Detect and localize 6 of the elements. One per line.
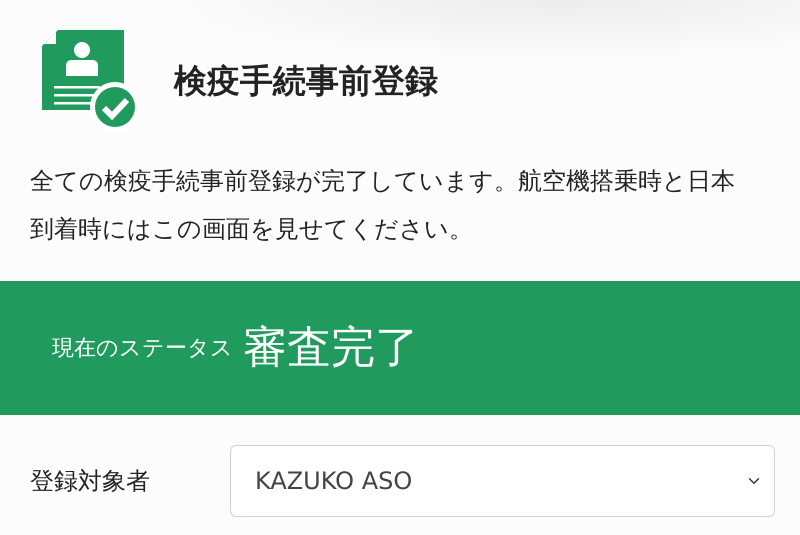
- completion-message: 全ての検疫手続事前登録が完了しています。航空機搭乗時と日本到着時にはこの画面を見せてください。: [29, 166, 736, 245]
- person-select[interactable]: KAZUKO ASO: [230, 445, 775, 517]
- status-value: 審査完了: [243, 321, 419, 375]
- field-label: 登録対象者: [30, 466, 151, 497]
- page-title: 検疫手続事前登録: [174, 61, 438, 101]
- status-label: 現在のステータス: [52, 334, 233, 362]
